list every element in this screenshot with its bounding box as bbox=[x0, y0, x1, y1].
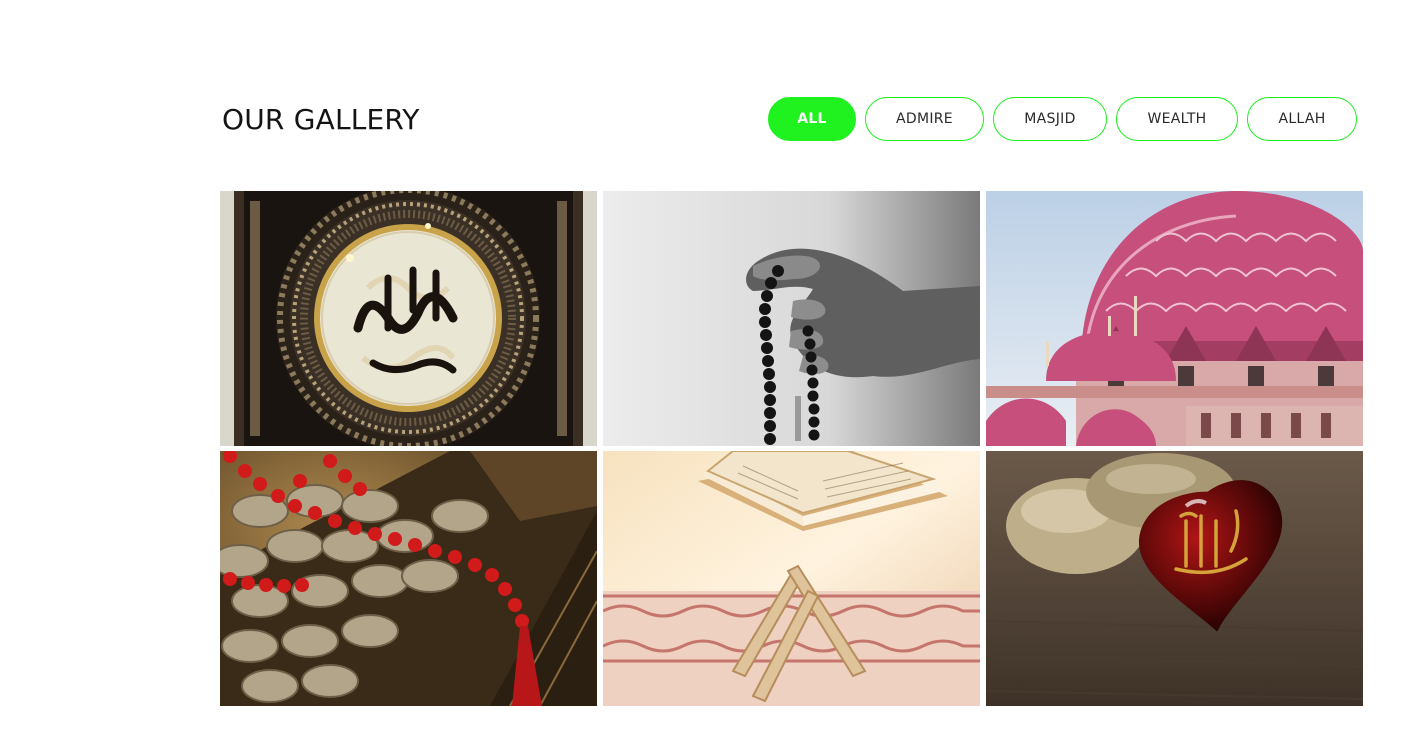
filter-allah-button[interactable]: ALLAH bbox=[1247, 97, 1357, 141]
gallery-title: OUR GALLERY bbox=[222, 103, 420, 136]
gallery-section: OUR GALLERY ALL ADMIRE MASJID WEALTH ALL… bbox=[0, 0, 1411, 734]
pink-mosque-dome-image bbox=[986, 191, 1363, 446]
gallery-filter-bar: ALL ADMIRE MASJID WEALTH ALLAH bbox=[768, 97, 1357, 141]
quran-stand-image bbox=[603, 451, 980, 706]
calligraphy-frame-image bbox=[220, 191, 597, 446]
gallery-item-prayer-beads[interactable] bbox=[603, 191, 980, 446]
heart-stone-allah-image bbox=[986, 451, 1363, 706]
filter-admire-button[interactable]: ADMIRE bbox=[865, 97, 984, 141]
gallery-item-calligraphy[interactable] bbox=[220, 191, 597, 446]
gallery-item-quran[interactable] bbox=[603, 451, 980, 706]
gallery-item-heart[interactable] bbox=[986, 451, 1363, 706]
filter-all-button[interactable]: ALL bbox=[768, 97, 856, 141]
gallery-item-coins[interactable] bbox=[220, 451, 597, 706]
filter-masjid-button[interactable]: MASJID bbox=[993, 97, 1107, 141]
prayer-beads-hand-image bbox=[603, 191, 980, 446]
coins-chest-image bbox=[220, 451, 597, 706]
filter-wealth-button[interactable]: WEALTH bbox=[1116, 97, 1238, 141]
gallery-grid bbox=[220, 191, 1363, 706]
gallery-item-mosque[interactable] bbox=[986, 191, 1363, 446]
